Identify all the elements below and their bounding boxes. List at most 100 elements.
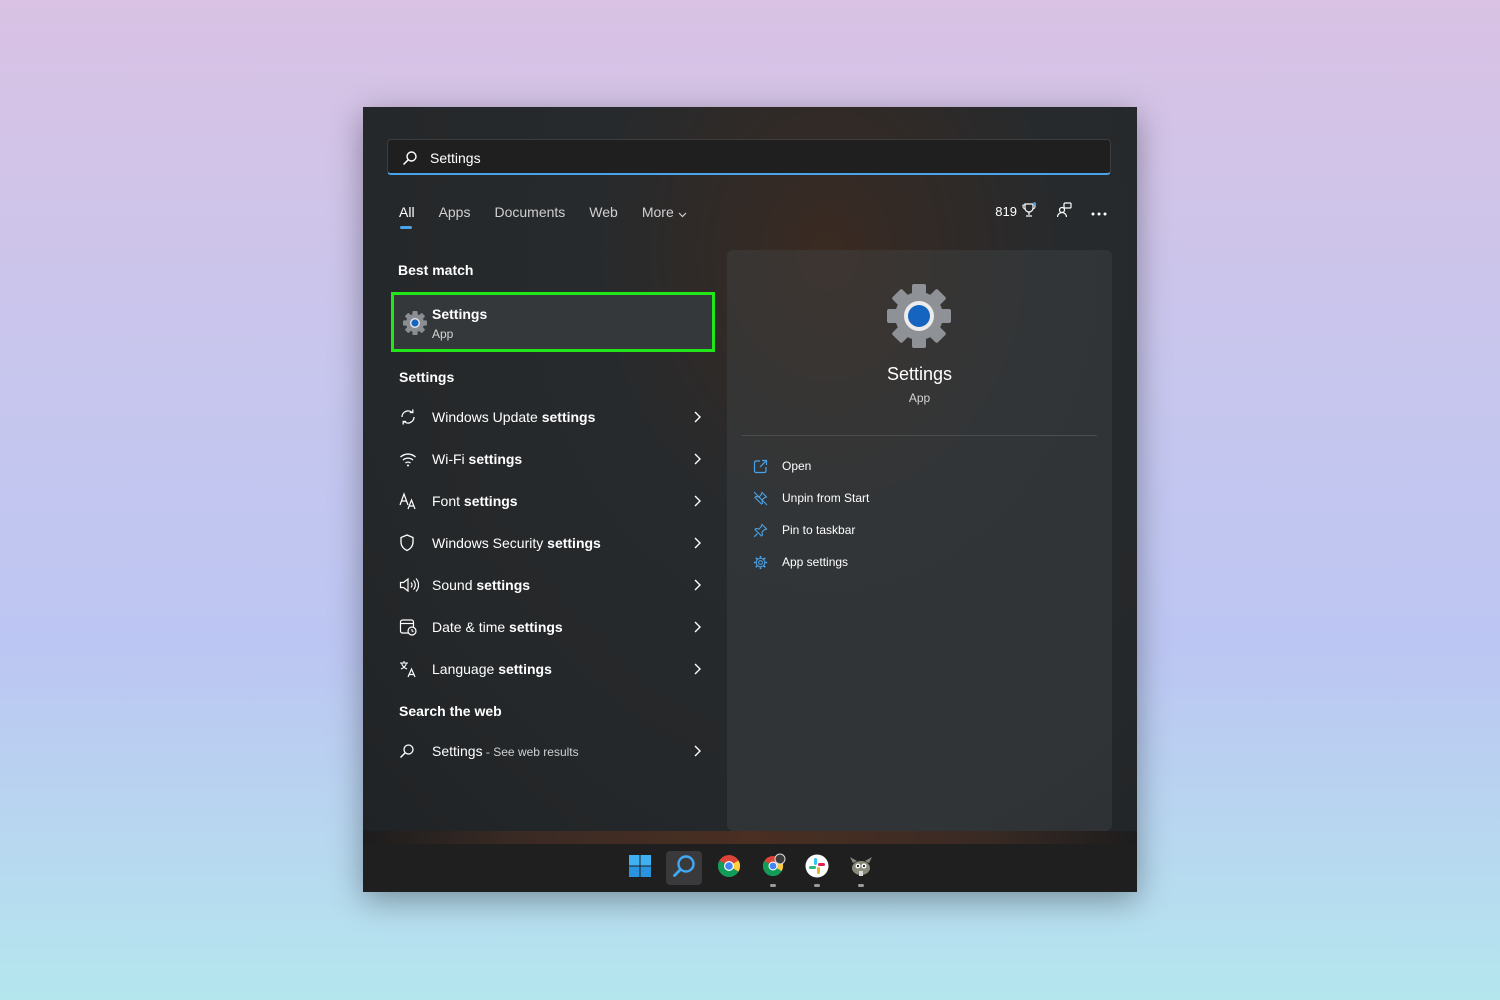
tab-all[interactable]: All [399,204,415,230]
rewards-points[interactable]: 819 [995,202,1037,221]
best-match-settings-app[interactable]: Settings App [391,292,715,352]
best-match-name: Settings [432,306,488,322]
pin-icon [753,523,771,538]
toolbar: 819 [995,201,1107,222]
result-label-bold: settings [468,451,523,467]
settings-section-heading: Settings [399,369,455,385]
chrome-profile-icon [760,853,786,884]
action-label: Open [782,459,812,473]
action-unpin-from-start[interactable]: Unpin from Start [753,488,869,508]
result-label: Font [432,493,464,509]
action-pin-to-taskbar[interactable]: Pin to taskbar [753,520,855,540]
chevron-right-icon [694,744,701,760]
taskbar-gimp[interactable] [843,851,879,887]
language-icon [399,659,423,679]
font-icon [399,491,423,511]
speaker-icon [399,575,423,595]
preview-subtitle: App [908,391,931,405]
taskbar-chrome[interactable] [711,851,747,885]
search-box[interactable] [387,139,1111,175]
tab-more-label: More [641,204,674,220]
search-input[interactable] [428,144,1092,172]
search-web-heading: Search the web [399,703,502,719]
chevron-right-icon [694,410,701,426]
web-hint: - See web results [482,745,579,759]
result-label-bold: settings [463,493,518,509]
chevron-right-icon [694,452,701,468]
result-language-settings[interactable]: Language settings [399,654,709,684]
preview-title: Settings [886,364,953,384]
running-indicator [858,884,864,887]
slack-icon [805,854,829,883]
account-switch-icon[interactable] [1055,201,1073,222]
chevron-right-icon [694,662,701,678]
best-match-heading: Best match [398,262,474,278]
settings-gear-icon [884,281,954,356]
chrome-icon [717,854,741,883]
action-label: Pin to taskbar [782,523,856,537]
taskbar-chrome-profile[interactable] [755,851,791,887]
result-label: Date & time [432,619,510,635]
result-label-bold: settings [498,661,552,677]
result-label-bold: settings [541,409,596,425]
preview-divider [742,435,1097,436]
sync-icon [399,407,423,427]
shield-icon [399,533,423,553]
running-indicator [814,884,820,887]
action-open[interactable]: Open [753,456,811,476]
result-sound-settings[interactable]: Sound settings [399,570,709,600]
tab-web[interactable]: Web [589,204,618,221]
filter-tabs: All Apps Documents Web More [399,204,687,230]
action-label: Unpin from Start [782,491,870,505]
chevron-right-icon [694,494,701,510]
taskbar [363,844,1137,892]
running-indicator [770,884,776,887]
calendar-clock-icon [399,617,423,637]
result-wifi-settings[interactable]: Wi-Fi settings [399,444,709,474]
result-label-bold: settings [476,577,531,593]
more-options-icon[interactable] [1091,204,1107,219]
wifi-icon [399,449,423,469]
trophy-icon [1021,202,1037,221]
chevron-right-icon [694,578,701,594]
unpin-icon [753,491,771,506]
best-match-type: App [432,327,454,341]
result-label-bold: settings [509,619,563,635]
settings-gear-icon [402,310,428,341]
start-button[interactable] [622,851,658,885]
tab-apps[interactable]: Apps [439,204,471,221]
result-font-settings[interactable]: Font settings [399,486,709,516]
search-icon [672,854,696,883]
chevron-right-icon [694,536,701,552]
result-date-time-settings[interactable]: Date & time settings [399,612,709,642]
tab-more[interactable]: More [642,204,687,221]
result-label: Wi-Fi [432,451,469,467]
taskbar-slack[interactable] [799,851,835,887]
search-panel: All Apps Documents Web More 819 Best mat… [363,107,1137,831]
tab-documents[interactable]: Documents [494,204,565,221]
action-label: App settings [782,555,849,569]
result-label: Windows Update [432,409,542,425]
desktop-wallpaper-strip [363,831,1137,844]
result-windows-update-settings[interactable]: Windows Update settings [399,402,709,432]
open-external-icon [753,459,771,474]
gear-icon [753,555,771,570]
result-label-bold: settings [547,535,601,551]
start-search-window: All Apps Documents Web More 819 Best mat… [363,107,1137,892]
web-query: Settings [432,743,483,759]
preview-pane: Settings App Open Unpin from Start Pin t… [727,250,1112,831]
gimp-icon [848,854,874,883]
taskbar-search-button[interactable] [666,851,702,885]
search-icon [402,150,418,171]
action-app-settings[interactable]: App settings [753,552,848,572]
result-windows-security-settings[interactable]: Windows Security settings [399,528,709,558]
windows-logo-icon [628,854,652,883]
chevron-right-icon [694,620,701,636]
result-label: Windows Security [432,535,548,551]
result-label: Language [432,661,499,677]
search-icon [399,741,423,761]
chevron-down-icon [678,205,687,221]
result-label: Sound [432,577,477,593]
rewards-points-value: 819 [995,204,1017,219]
result-web-search[interactable]: Settings - See web results [399,736,709,766]
